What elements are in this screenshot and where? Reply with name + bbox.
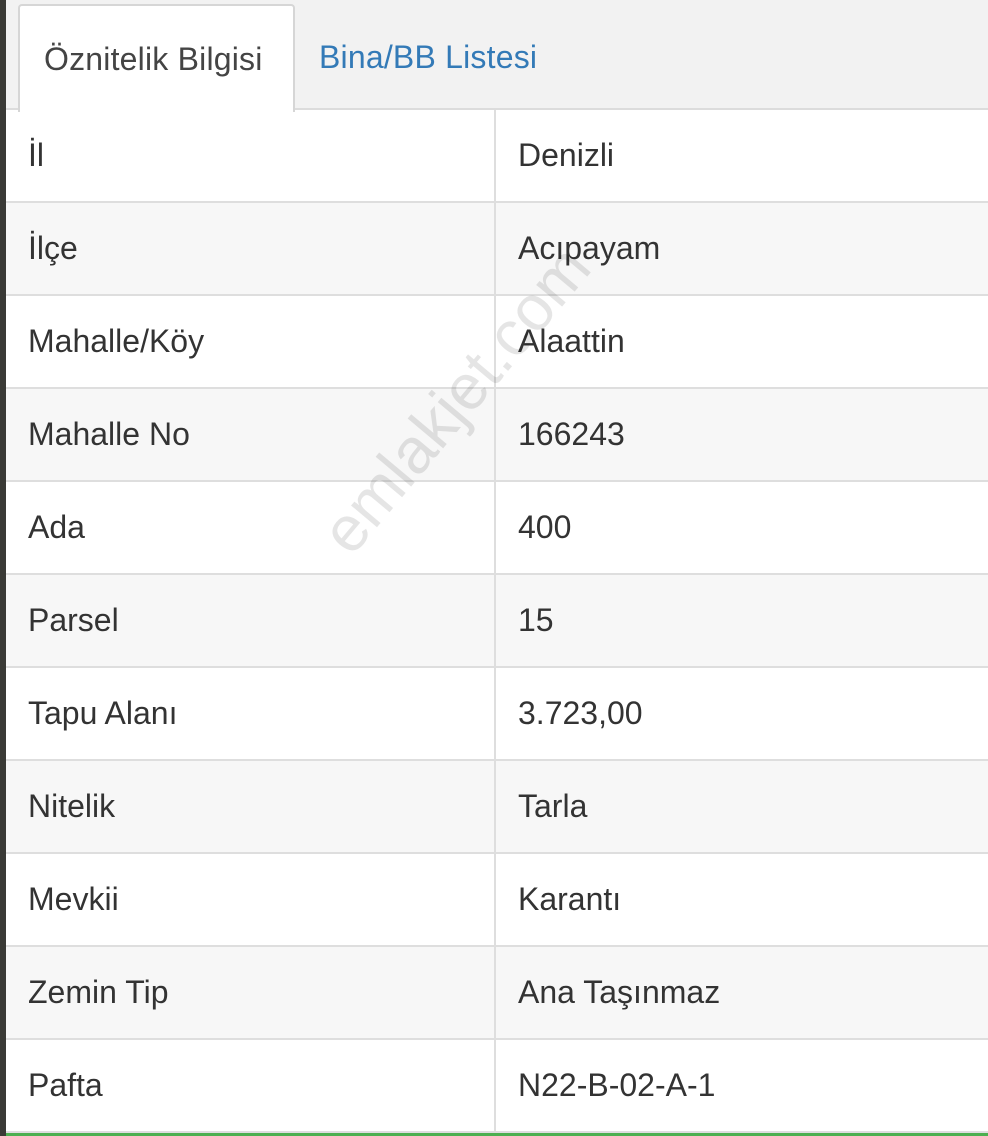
attribute-value: Karantı [518,881,622,917]
attribute-value: Alaattin [518,323,625,359]
table-row-tapu-alani: Tapu Alanı 3.723,00 [6,668,988,761]
tab-bar: Öznitelik Bilgisi Bina/BB Listesi [6,0,988,112]
table-row-mahalle-no: Mahalle No 166243 [6,389,988,482]
tab-attribute-info[interactable]: Öznitelik Bilgisi [18,4,295,112]
attribute-value: 400 [518,509,572,545]
attribute-key: Mahalle/Köy [6,296,496,387]
attribute-value: 3.723,00 [518,695,643,731]
attribute-table: İl Denizli İlçe Acıpayam Mahalle/Köy Ala… [6,110,988,1133]
attribute-key: İlçe [6,203,496,294]
attribute-value: 166243 [518,416,625,452]
attribute-value: Tarla [518,788,588,824]
attribute-key: Mevkii [6,854,496,945]
attribute-value: 15 [518,602,554,638]
attribute-key: Nitelik [6,761,496,852]
table-row-ilce: İlçe Acıpayam [6,203,988,296]
table-row-ada: Ada 400 [6,482,988,575]
table-row-pafta: Pafta N22-B-02-A-1 [6,1040,988,1133]
attribute-value: Acıpayam [518,230,661,266]
attribute-value: Denizli [518,137,615,173]
table-row-mahalle-koy: Mahalle/Köy Alaattin [6,296,988,389]
attribute-key: Zemin Tip [6,947,496,1038]
attribute-value: N22-B-02-A-1 [518,1067,716,1103]
tab-building-list[interactable]: Bina/BB Listesi [319,4,537,110]
tab-attribute-info-label: Öznitelik Bilgisi [44,40,263,77]
attribute-value: Ana Taşınmaz [518,974,721,1010]
table-row-nitelik: Nitelik Tarla [6,761,988,854]
tab-building-list-label: Bina/BB Listesi [319,38,538,75]
attribute-key: Parsel [6,575,496,666]
table-row-mevkii: Mevkii Karantı [6,854,988,947]
table-row-zemin-tip: Zemin Tip Ana Taşınmaz [6,947,988,1040]
attribute-key: Tapu Alanı [6,668,496,759]
attribute-key: İl [6,110,496,201]
table-row-il: İl Denizli [6,110,988,203]
attribute-key: Ada [6,482,496,573]
attribute-key: Mahalle No [6,389,496,480]
table-row-parsel: Parsel 15 [6,575,988,668]
attribute-key: Pafta [6,1040,496,1131]
property-info-panel: Öznitelik Bilgisi Bina/BB Listesi İl Den… [0,0,988,1136]
